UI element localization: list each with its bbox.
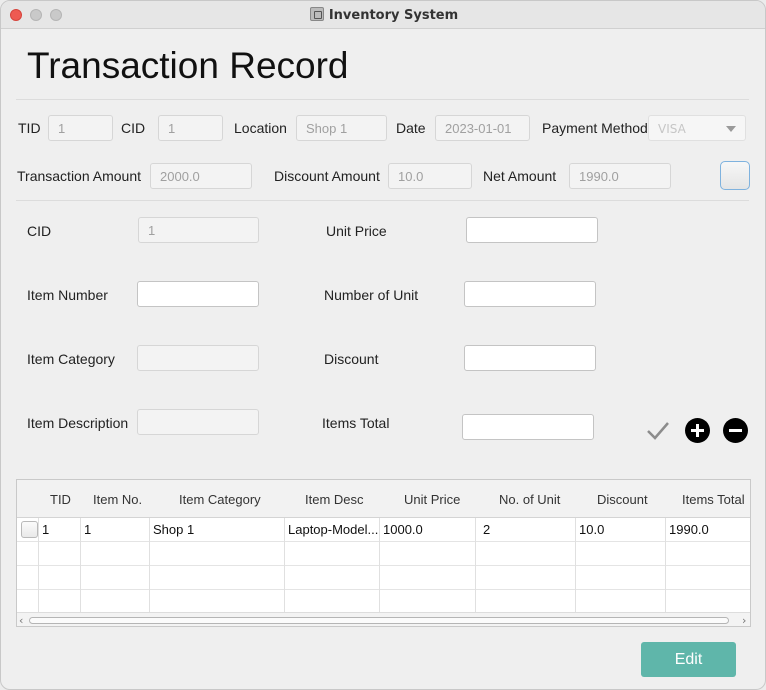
item-number-label: Item Number	[27, 287, 108, 303]
transaction-amount-label: Transaction Amount	[17, 168, 141, 184]
discount-field[interactable]	[464, 345, 596, 371]
column-divider	[284, 518, 285, 612]
plus-circle-icon[interactable]	[685, 418, 710, 443]
net-amount-field[interactable]: 1990.0	[569, 163, 671, 189]
cell-item-desc: Laptop-Model...	[288, 522, 379, 537]
net-amount-label: Net Amount	[483, 168, 557, 184]
cell-item-category: Shop 1	[153, 522, 195, 537]
title-bar: Inventory System	[1, 1, 765, 29]
app-window: Inventory System Transaction Record TID …	[0, 0, 766, 690]
item-description-field[interactable]	[137, 409, 259, 435]
check-icon[interactable]	[646, 420, 670, 442]
window-title: Inventory System	[328, 8, 459, 23]
horizontal-scrollbar[interactable]: ‹ ›	[17, 612, 750, 626]
item-number-field[interactable]	[137, 281, 259, 307]
tid-field[interactable]: 1	[48, 115, 113, 141]
cell-tid: 1	[42, 522, 50, 537]
column-divider	[80, 518, 81, 612]
location-label: Location	[234, 120, 287, 136]
discount-amount-field[interactable]: 10.0	[388, 163, 472, 189]
transaction-amount-field[interactable]: 2000.0	[150, 163, 252, 189]
location-field[interactable]: Shop 1	[296, 115, 387, 141]
column-header-unit-price[interactable]: Unit Price	[404, 492, 460, 507]
column-header-item-category[interactable]: Item Category	[179, 492, 261, 507]
page-title: Transaction Record	[27, 45, 349, 86]
item-category-label: Item Category	[27, 351, 115, 367]
refresh-button[interactable]	[720, 161, 750, 190]
payment-method-value: VISA	[658, 122, 686, 136]
date-label: Date	[396, 120, 426, 136]
scroll-right-icon[interactable]: ›	[742, 614, 746, 626]
column-divider	[665, 518, 666, 612]
cell-discount: 10.0	[579, 522, 605, 537]
item-category-field[interactable]	[137, 345, 259, 371]
number-of-unit-label: Number of Unit	[324, 287, 419, 303]
column-header-discount[interactable]: Discount	[597, 492, 648, 507]
scrollbar-thumb[interactable]	[29, 617, 729, 624]
table-row[interactable]	[17, 542, 750, 566]
tid-label: TID	[18, 120, 41, 136]
app-icon	[309, 7, 324, 21]
discount-amount-label: Discount Amount	[274, 168, 380, 184]
cell-items-total: 1990.0	[669, 522, 709, 537]
item-cid-label: CID	[27, 223, 52, 239]
cell-item-no: 1	[84, 522, 92, 537]
column-header-item-desc[interactable]: Item Desc	[305, 492, 364, 507]
window-title-group: Inventory System	[1, 7, 765, 23]
chevron-down-icon	[726, 126, 736, 132]
scroll-left-icon[interactable]: ‹	[19, 614, 23, 626]
items-table[interactable]: TID Item No. Item Category Item Desc Uni…	[16, 479, 751, 627]
table-row[interactable]	[17, 590, 750, 614]
item-description-label: Item Description	[27, 415, 129, 431]
cell-unit-price: 1000.0	[383, 522, 423, 537]
divider-middle	[16, 200, 749, 201]
cid-field[interactable]: 1	[158, 115, 223, 141]
item-cid-field[interactable]: 1	[138, 217, 259, 243]
column-header-no-of-unit[interactable]: No. of Unit	[499, 492, 560, 507]
cid-label: CID	[121, 120, 146, 136]
column-divider	[475, 518, 476, 612]
minus-circle-icon[interactable]	[723, 418, 748, 443]
payment-method-label: Payment Method	[542, 120, 648, 136]
column-divider	[149, 518, 150, 612]
discount-label: Discount	[324, 351, 379, 367]
table-header: TID Item No. Item Category Item Desc Uni…	[17, 480, 750, 518]
column-divider	[575, 518, 576, 612]
payment-method-select[interactable]: VISA	[648, 115, 746, 141]
unit-price-field[interactable]	[466, 217, 598, 243]
table-row[interactable]	[17, 566, 750, 590]
items-total-label: Items Total	[322, 415, 390, 431]
column-divider	[38, 518, 39, 612]
items-total-field[interactable]	[462, 414, 594, 440]
column-divider	[379, 518, 380, 612]
date-field[interactable]: 2023-01-01	[435, 115, 530, 141]
column-header-items-total[interactable]: Items Total	[682, 492, 745, 507]
divider-top	[16, 99, 749, 100]
table-row[interactable]: 1 1 Shop 1 Laptop-Model... 1000.0 2 10.0…	[17, 518, 750, 542]
cell-no-of-unit: 2	[483, 522, 491, 537]
unit-price-label: Unit Price	[326, 223, 387, 239]
number-of-unit-field[interactable]	[464, 281, 596, 307]
column-header-item-no[interactable]: Item No.	[93, 492, 142, 507]
row-select-checkbox[interactable]	[21, 521, 38, 538]
column-header-tid[interactable]: TID	[50, 492, 71, 507]
edit-button[interactable]: Edit	[641, 642, 736, 677]
